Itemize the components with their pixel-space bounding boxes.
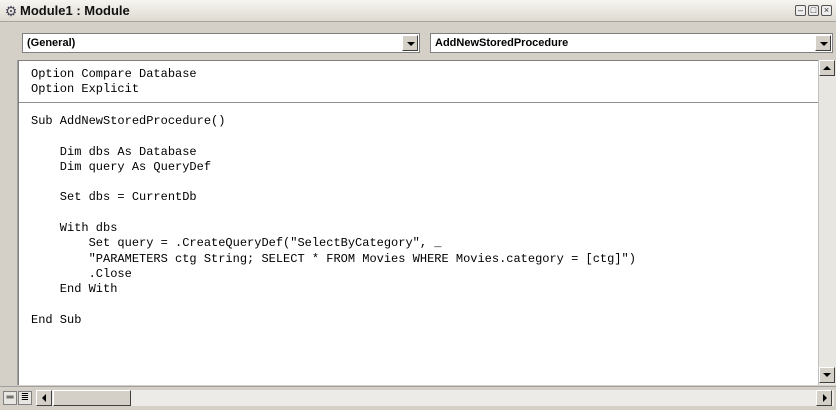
object-combo[interactable]: (General) [22, 33, 420, 53]
restore-button[interactable]: □ [808, 5, 819, 16]
procedure-combo-dropdown-button[interactable] [815, 35, 831, 51]
declarations-section[interactable]: Option Compare Database Option Explicit [31, 67, 197, 98]
object-combo-value: (General) [27, 37, 76, 49]
module-icon: ⚙ [4, 3, 18, 19]
full-module-view-button[interactable]: ≣ [18, 391, 32, 405]
procedure-combo[interactable]: AddNewStoredProcedure [430, 33, 833, 53]
procedure-separator [19, 102, 818, 103]
horizontal-scrollbar[interactable] [36, 390, 834, 406]
procedure-combo-value: AddNewStoredProcedure [435, 37, 569, 49]
procedure-view-button[interactable]: ═ [3, 391, 17, 405]
scroll-right-button[interactable] [816, 390, 832, 406]
arrow-down-icon [823, 373, 831, 377]
vertical-scrollbar[interactable] [818, 60, 836, 385]
minimize-button[interactable]: – [795, 5, 806, 16]
chevron-down-icon [820, 42, 828, 46]
object-combo-dropdown-button[interactable] [402, 35, 418, 51]
code-editor[interactable]: Option Compare Database Option Explicit … [18, 60, 818, 385]
scroll-up-button[interactable] [819, 60, 835, 76]
close-button[interactable]: × [821, 5, 832, 16]
code-window: ⚙ Module1 : Module – □ × (General) AddNe… [0, 0, 836, 410]
arrow-up-icon [823, 66, 831, 70]
horizontal-scroll-thumb[interactable] [53, 390, 131, 406]
title-bar[interactable]: ⚙ Module1 : Module – □ × [0, 0, 836, 22]
scroll-left-button[interactable] [36, 390, 52, 406]
scroll-down-button[interactable] [819, 367, 835, 383]
chevron-down-icon [407, 42, 415, 46]
arrow-right-icon [823, 394, 827, 402]
window-title: Module1 : Module [20, 3, 130, 18]
bottom-bar: ═ ≣ [0, 386, 836, 410]
margin-indicator-bar[interactable] [0, 60, 18, 385]
procedure-code[interactable]: Sub AddNewStoredProcedure() Dim dbs As D… [31, 114, 636, 328]
arrow-left-icon [42, 394, 46, 402]
